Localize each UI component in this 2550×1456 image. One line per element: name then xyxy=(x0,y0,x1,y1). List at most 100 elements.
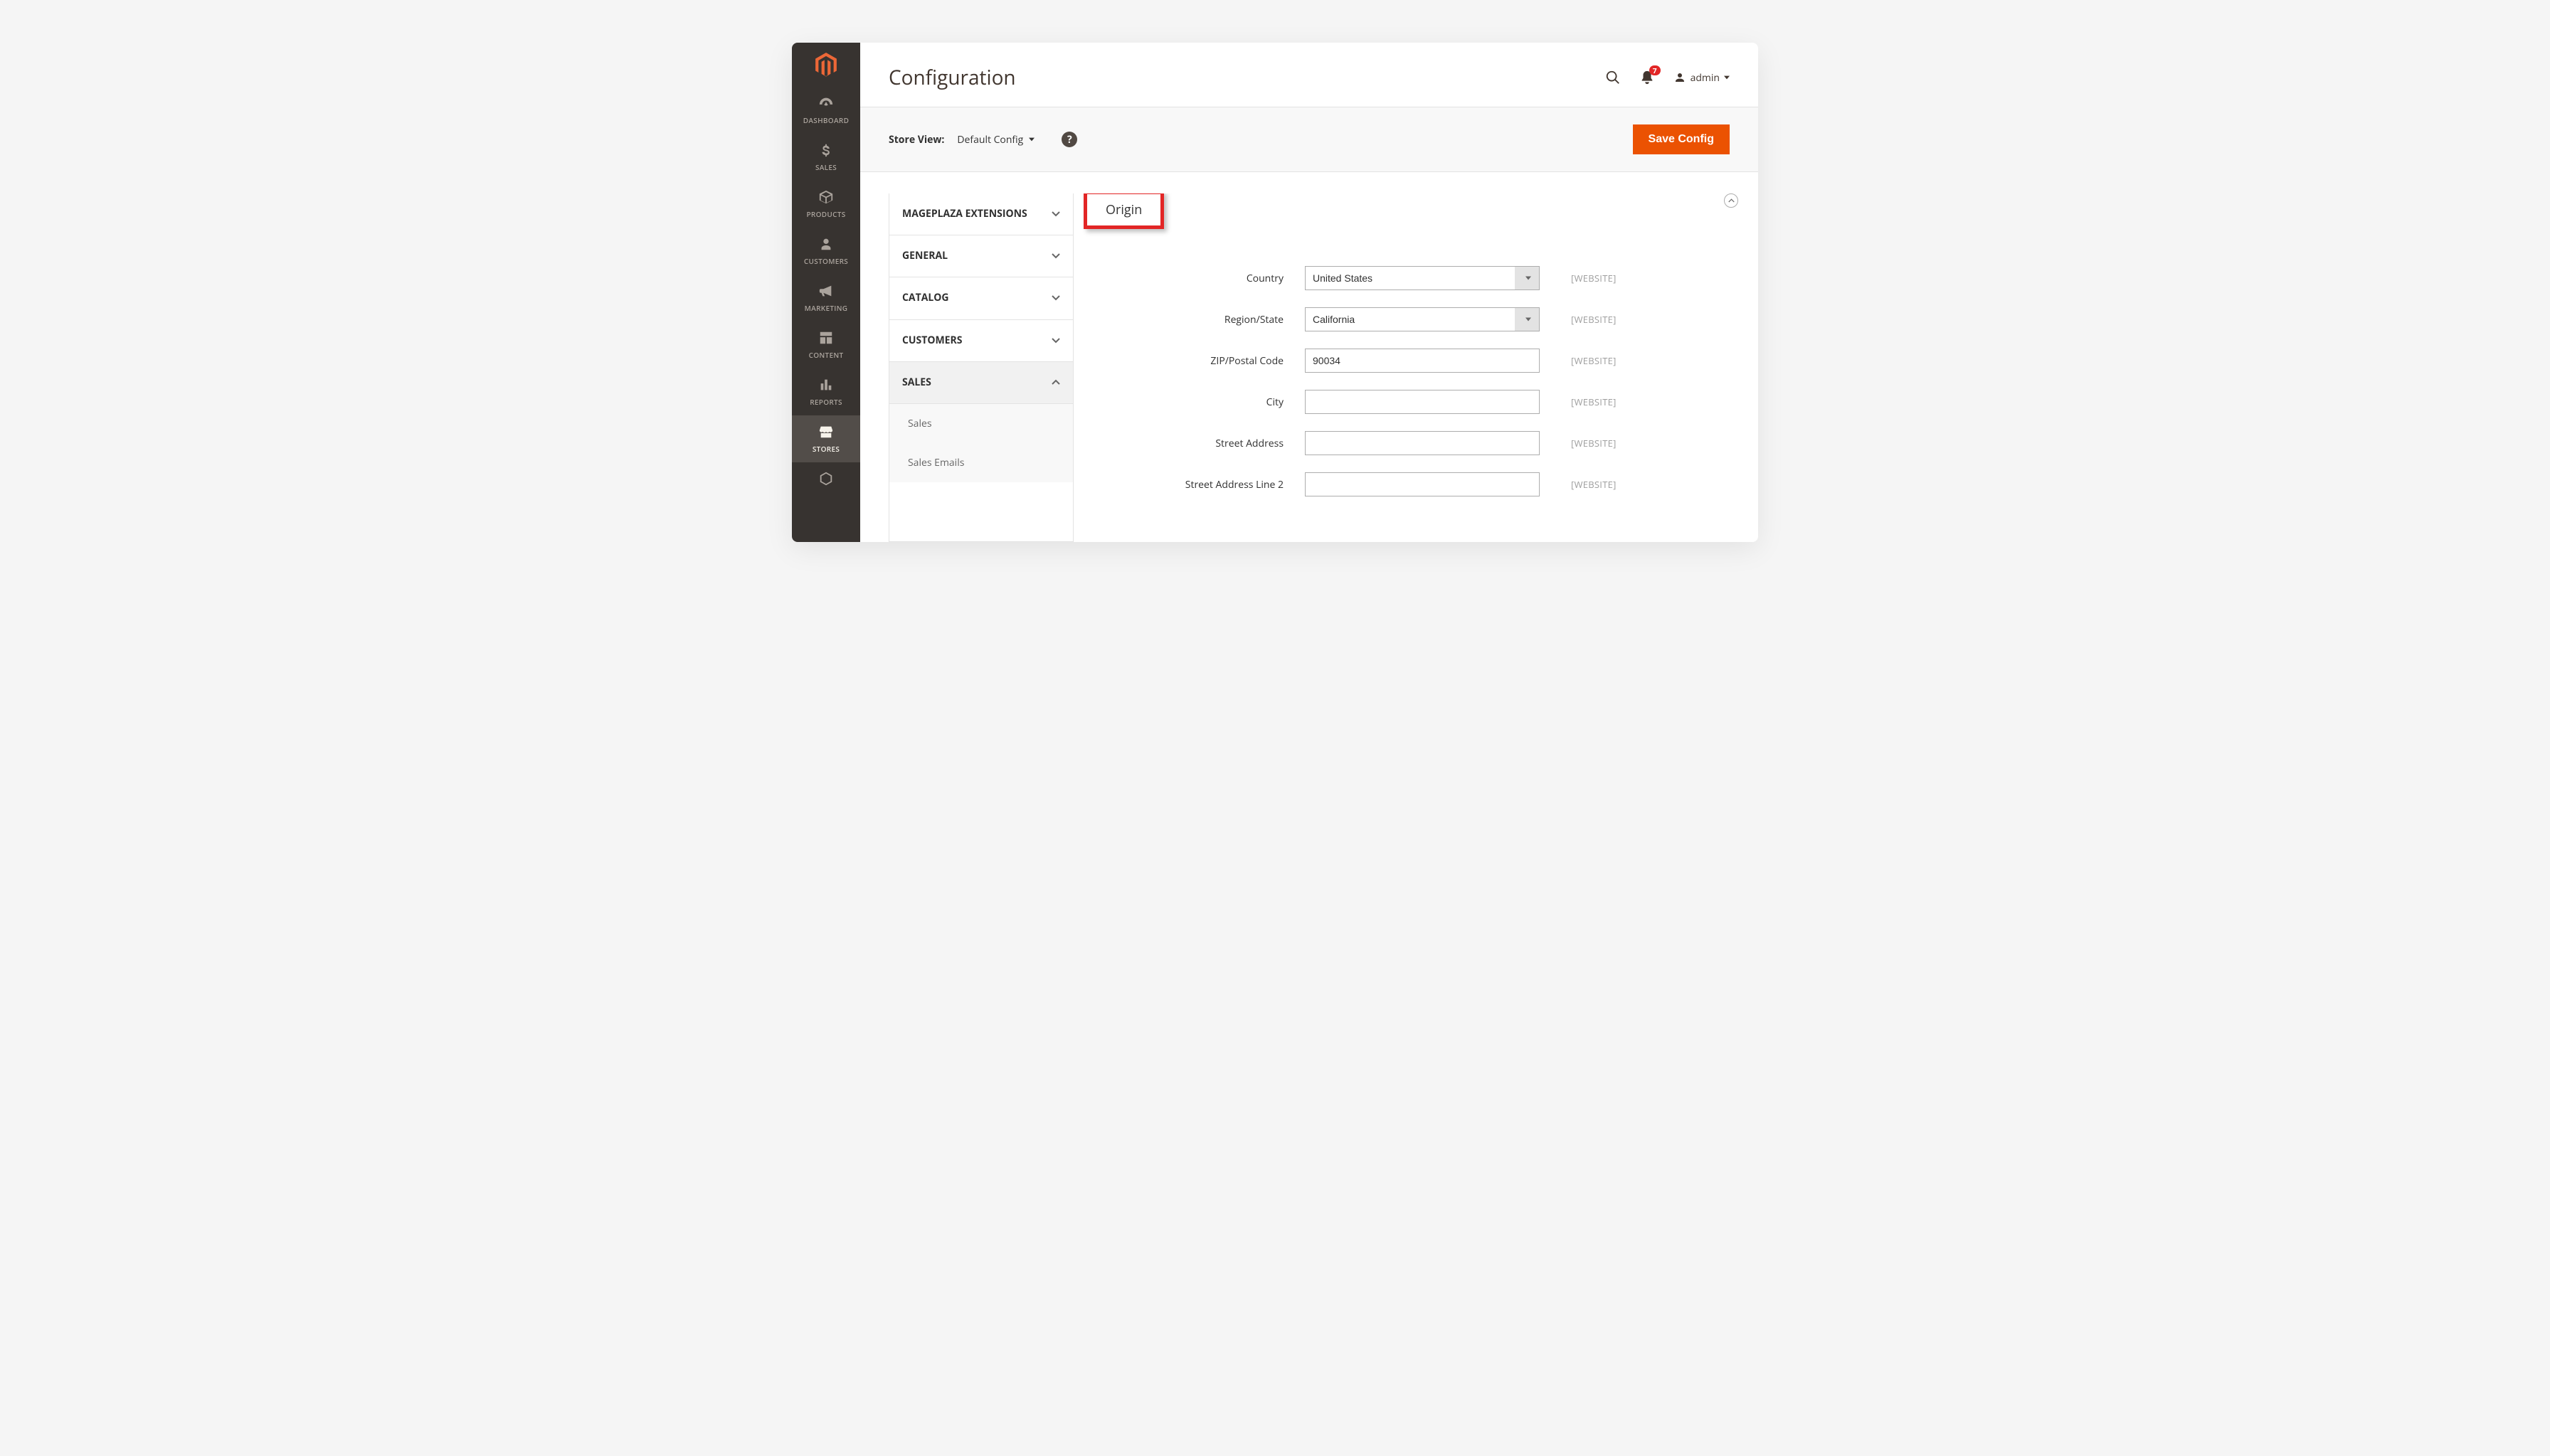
sidenav-label: MARKETING xyxy=(792,303,860,313)
chevron-down-icon xyxy=(1052,210,1060,218)
field-row-region: Region/State California [WEBSITE] xyxy=(1081,299,1745,340)
content-area: MAGEPLAZA EXTENSIONS GENERAL CATALOG CUS… xyxy=(860,172,1758,542)
section-header: Origin xyxy=(1081,193,1745,215)
sidenav-label: STORES xyxy=(792,444,860,454)
sidenav-item-stores[interactable]: STORES xyxy=(792,415,860,462)
sidenav-item-products[interactable]: PRODUCTS xyxy=(792,181,860,228)
magento-logo-icon xyxy=(814,53,838,77)
magento-logo[interactable] xyxy=(792,43,860,87)
tab-group-catalog[interactable]: CATALOG xyxy=(889,277,1073,319)
field-label: Street Address xyxy=(1088,437,1305,450)
form-rows: Country United States [WEBSITE] Region/S… xyxy=(1081,257,1745,505)
scope-note: [WEBSITE] xyxy=(1571,272,1617,285)
field-label: Region/State xyxy=(1088,313,1305,326)
tab-group-customers[interactable]: CUSTOMERS xyxy=(889,320,1073,362)
section-collapse-toggle[interactable] xyxy=(1724,193,1738,208)
country-select[interactable]: United States xyxy=(1305,266,1540,290)
header-tools: 7 admin xyxy=(1605,70,1730,85)
scope-note: [WEBSITE] xyxy=(1571,478,1617,491)
sidenav-label: CUSTOMERS xyxy=(792,256,860,266)
tab-group-label: CUSTOMERS xyxy=(902,334,962,347)
user-icon xyxy=(1673,71,1686,84)
gauge-icon xyxy=(792,94,860,112)
field-control xyxy=(1305,390,1540,414)
tab-group-mageplaza[interactable]: MAGEPLAZA EXTENSIONS xyxy=(889,193,1073,235)
tab-item-sales-emails[interactable]: Sales Emails xyxy=(889,443,1073,482)
field-control: United States xyxy=(1305,266,1540,290)
city-input[interactable] xyxy=(1305,390,1540,414)
scope-note: [WEBSITE] xyxy=(1571,437,1617,450)
scope-note: [WEBSITE] xyxy=(1571,395,1617,408)
sidenav-item-customers[interactable]: CUSTOMERS xyxy=(792,228,860,275)
scope-help[interactable]: ? xyxy=(1062,132,1077,147)
tab-group-sales[interactable]: SALES xyxy=(889,362,1073,404)
sidenav-label: CONTENT xyxy=(792,350,860,360)
field-control xyxy=(1305,431,1540,455)
admin-sidenav: DASHBOARD SALES PRODUCTS CUSTOMERS MARKE… xyxy=(792,43,860,542)
section-title: Origin xyxy=(1106,201,1142,218)
field-row-street2: Street Address Line 2 [WEBSITE] xyxy=(1081,464,1745,505)
field-row-city: City [WEBSITE] xyxy=(1081,381,1745,423)
scope-switcher: Store View: Default Config ? xyxy=(889,132,1077,147)
megaphone-icon xyxy=(792,282,860,300)
search-icon xyxy=(1605,70,1621,85)
sidenav-label: DASHBOARD xyxy=(792,115,860,125)
field-row-zip: ZIP/Postal Code [WEBSITE] xyxy=(1081,340,1745,381)
save-config-button[interactable]: Save Config xyxy=(1633,124,1730,154)
hexagon-icon xyxy=(792,469,860,488)
field-control xyxy=(1305,472,1540,496)
notifications-button[interactable]: 7 xyxy=(1639,70,1655,85)
sidenav-item-content[interactable]: CONTENT xyxy=(792,322,860,368)
field-row-country: Country United States [WEBSITE] xyxy=(1081,257,1745,299)
region-select[interactable]: California xyxy=(1305,307,1540,331)
layout-icon xyxy=(792,329,860,347)
tab-group-label: CATALOG xyxy=(902,292,949,304)
field-row-street1: Street Address [WEBSITE] xyxy=(1081,423,1745,464)
tab-item-sales[interactable]: Sales xyxy=(889,404,1073,443)
field-label: Street Address Line 2 xyxy=(1088,478,1305,491)
section-title-highlight: Origin xyxy=(1084,193,1164,229)
field-label: ZIP/Postal Code xyxy=(1088,354,1305,368)
chevron-down-icon xyxy=(1052,336,1060,345)
user-name: admin xyxy=(1691,71,1720,85)
sidenav-label: REPORTS xyxy=(792,397,860,407)
dollar-icon xyxy=(792,141,860,159)
chevron-down-icon xyxy=(1052,252,1060,260)
config-panel: Origin Country United States xyxy=(1074,193,1745,542)
toolbar: Store View: Default Config ? Save Config xyxy=(860,107,1758,172)
user-menu[interactable]: admin xyxy=(1673,71,1730,85)
sidenav-item-system[interactable] xyxy=(792,462,860,489)
tab-group-general[interactable]: GENERAL xyxy=(889,235,1073,277)
field-label: City xyxy=(1088,395,1305,409)
chevron-up-icon xyxy=(1052,378,1060,387)
app-window: DASHBOARD SALES PRODUCTS CUSTOMERS MARKE… xyxy=(792,43,1758,542)
scope-select[interactable]: Default Config xyxy=(957,133,1035,147)
search-button[interactable] xyxy=(1605,70,1621,85)
page-header: Configuration 7 admin xyxy=(860,43,1758,107)
field-control xyxy=(1305,349,1540,373)
sidenav-label: PRODUCTS xyxy=(792,209,860,219)
scope-note: [WEBSITE] xyxy=(1571,354,1617,367)
street1-input[interactable] xyxy=(1305,431,1540,455)
sidenav-item-marketing[interactable]: MARKETING xyxy=(792,275,860,322)
street2-input[interactable] xyxy=(1305,472,1540,496)
zip-input[interactable] xyxy=(1305,349,1540,373)
bar-chart-icon xyxy=(792,376,860,394)
sidenav-item-sales[interactable]: SALES xyxy=(792,134,860,181)
tab-subitems-sales: Sales Sales Emails xyxy=(889,404,1073,482)
scope-label: Store View: xyxy=(889,133,944,147)
caret-down-icon xyxy=(1029,137,1035,142)
field-control: California xyxy=(1305,307,1540,331)
chevron-up-icon xyxy=(1728,198,1735,204)
sidenav-item-reports[interactable]: REPORTS xyxy=(792,368,860,415)
caret-down-icon xyxy=(1724,75,1730,80)
main-panel: Configuration 7 admin Store View: xyxy=(860,43,1758,542)
page-title: Configuration xyxy=(889,64,1016,91)
field-label: Country xyxy=(1088,272,1305,285)
store-icon xyxy=(792,423,860,441)
person-icon xyxy=(792,235,860,253)
scope-note: [WEBSITE] xyxy=(1571,313,1617,326)
sidenav-item-dashboard[interactable]: DASHBOARD xyxy=(792,87,860,134)
tab-group-label: GENERAL xyxy=(902,250,948,262)
scope-value: Default Config xyxy=(957,133,1023,147)
